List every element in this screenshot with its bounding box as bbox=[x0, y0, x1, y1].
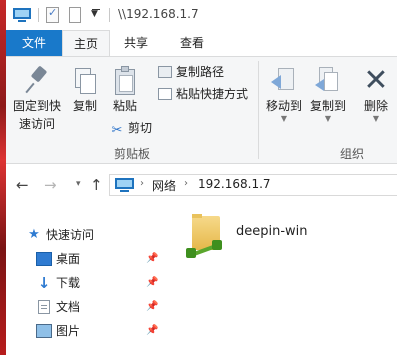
file-explorer-window: ▼ \\192.168.1.7 文件 主页 共享 查看 固定到快 速访问 复制 … bbox=[6, 0, 397, 355]
breadcrumb-network[interactable]: 网络 bbox=[152, 177, 176, 194]
paste-shortcut-icon bbox=[158, 88, 172, 100]
pictures-label: 图片 bbox=[56, 324, 81, 338]
paste-button[interactable]: 粘贴 bbox=[106, 65, 144, 115]
breadcrumb-separator-icon[interactable]: › bbox=[140, 178, 144, 189]
up-arrow-icon[interactable]: ↑ bbox=[90, 176, 103, 194]
pin-icon[interactable]: 📌 bbox=[146, 272, 158, 294]
breadcrumb-separator-icon[interactable]: › bbox=[184, 178, 188, 189]
content-pane: deepin-win bbox=[166, 204, 397, 355]
share-item[interactable]: deepin-win bbox=[184, 214, 384, 264]
pin-icon bbox=[22, 65, 52, 97]
breadcrumb-host[interactable]: 192.168.1.7 bbox=[198, 177, 271, 191]
cut-button[interactable]: ✂ 剪切 bbox=[110, 119, 152, 137]
document-icon bbox=[38, 300, 50, 314]
star-icon: ★ bbox=[28, 227, 40, 242]
move-to-icon bbox=[269, 65, 299, 97]
desktop-icon bbox=[36, 252, 52, 266]
this-pc-icon[interactable] bbox=[12, 7, 32, 23]
scissors-icon: ✂ bbox=[111, 123, 123, 138]
nav-item-pictures[interactable]: 图片 📌 bbox=[6, 320, 166, 342]
copy-to-button[interactable]: 复制到 ▼ bbox=[306, 65, 350, 123]
paste-icon bbox=[110, 65, 140, 97]
pin-icon[interactable]: 📌 bbox=[146, 296, 158, 318]
move-to-button[interactable]: 移动到 ▼ bbox=[262, 65, 306, 123]
pin-label-line1: 固定到快 bbox=[12, 99, 61, 113]
nav-item-documents[interactable]: 文档 📌 bbox=[6, 296, 166, 318]
picture-icon bbox=[36, 324, 52, 338]
nav-item-quick-access[interactable]: ★ 快速访问 bbox=[6, 224, 166, 246]
tab-view[interactable]: 查看 bbox=[164, 30, 220, 56]
copy-path-icon bbox=[158, 66, 172, 78]
recent-locations-icon[interactable]: ▾ bbox=[76, 179, 81, 189]
pin-icon[interactable]: 📌 bbox=[146, 320, 158, 342]
customize-quick-access-icon[interactable]: ▼ bbox=[91, 9, 101, 19]
clipboard-group-label: 剪贴板 bbox=[114, 147, 151, 161]
documents-label: 文档 bbox=[56, 300, 81, 314]
copy-path-label: 复制路径 bbox=[176, 65, 225, 79]
cut-label: 剪切 bbox=[128, 121, 153, 135]
nav-item-desktop[interactable]: 桌面 📌 bbox=[6, 248, 166, 270]
title-bar: ▼ \\192.168.1.7 bbox=[6, 0, 397, 30]
delete-dropdown-icon: ▼ bbox=[372, 114, 380, 123]
share-name: deepin-win bbox=[236, 224, 308, 239]
organize-group-label: 组织 bbox=[340, 147, 365, 161]
move-to-label: 移动到 bbox=[265, 99, 302, 113]
title-separator bbox=[109, 8, 110, 22]
copy-icon bbox=[70, 65, 100, 97]
tab-home[interactable]: 主页 bbox=[62, 30, 110, 57]
ribbon-tabs: 文件 主页 共享 查看 bbox=[6, 30, 397, 57]
back-arrow-icon[interactable]: ← bbox=[16, 176, 29, 194]
navigation-bar: ← → ▾ ↑ › 网络 › 192.168.1.7 bbox=[6, 166, 397, 204]
shared-folder-icon bbox=[184, 214, 224, 262]
pin-icon[interactable]: 📌 bbox=[146, 248, 158, 270]
delete-label: 删除 bbox=[363, 99, 388, 113]
nav-item-downloads[interactable]: ↓ 下载 📌 bbox=[6, 272, 166, 294]
tab-share[interactable]: 共享 bbox=[112, 30, 160, 56]
delete-icon: ✕ bbox=[363, 63, 389, 98]
paste-shortcut-label: 粘贴快捷方式 bbox=[176, 87, 249, 101]
address-bar[interactable]: › 网络 › 192.168.1.7 bbox=[109, 174, 397, 196]
tab-file[interactable]: 文件 bbox=[6, 30, 62, 56]
quick-access-label: 快速访问 bbox=[46, 228, 95, 242]
copy-button[interactable]: 复制 bbox=[66, 65, 104, 115]
pin-label-line2: 速访问 bbox=[18, 117, 55, 131]
paste-label: 粘贴 bbox=[112, 99, 137, 113]
network-location-icon bbox=[115, 178, 135, 193]
properties-icon[interactable] bbox=[46, 6, 59, 23]
copy-label: 复制 bbox=[72, 99, 97, 113]
delete-button[interactable]: ✕ 删除 ▼ bbox=[358, 65, 394, 123]
window-title: \\192.168.1.7 bbox=[118, 7, 199, 21]
group-separator bbox=[258, 61, 259, 159]
move-to-dropdown-icon: ▼ bbox=[280, 114, 288, 123]
downloads-label: 下载 bbox=[56, 276, 81, 290]
title-separator bbox=[38, 8, 39, 22]
ribbon-home: 固定到快 速访问 复制 粘贴 复制路径 粘贴快捷方式 ✂ 剪切 剪贴板 移动到 ▼ bbox=[6, 56, 397, 164]
copy-to-dropdown-icon: ▼ bbox=[324, 114, 332, 123]
copy-to-icon bbox=[313, 65, 343, 97]
copy-to-label: 复制到 bbox=[309, 99, 346, 113]
copy-path-button[interactable]: 复制路径 bbox=[158, 63, 224, 81]
download-icon: ↓ bbox=[37, 274, 51, 292]
navigation-pane: ★ 快速访问 桌面 📌 ↓ 下载 📌 文档 📌 图片 📌 bbox=[6, 204, 166, 355]
desktop-label: 桌面 bbox=[56, 252, 81, 266]
new-folder-icon[interactable] bbox=[69, 7, 81, 23]
paste-shortcut-button[interactable]: 粘贴快捷方式 bbox=[158, 85, 248, 103]
forward-arrow-icon[interactable]: → bbox=[44, 176, 57, 194]
pin-to-quick-access-button[interactable]: 固定到快 速访问 bbox=[8, 65, 66, 133]
